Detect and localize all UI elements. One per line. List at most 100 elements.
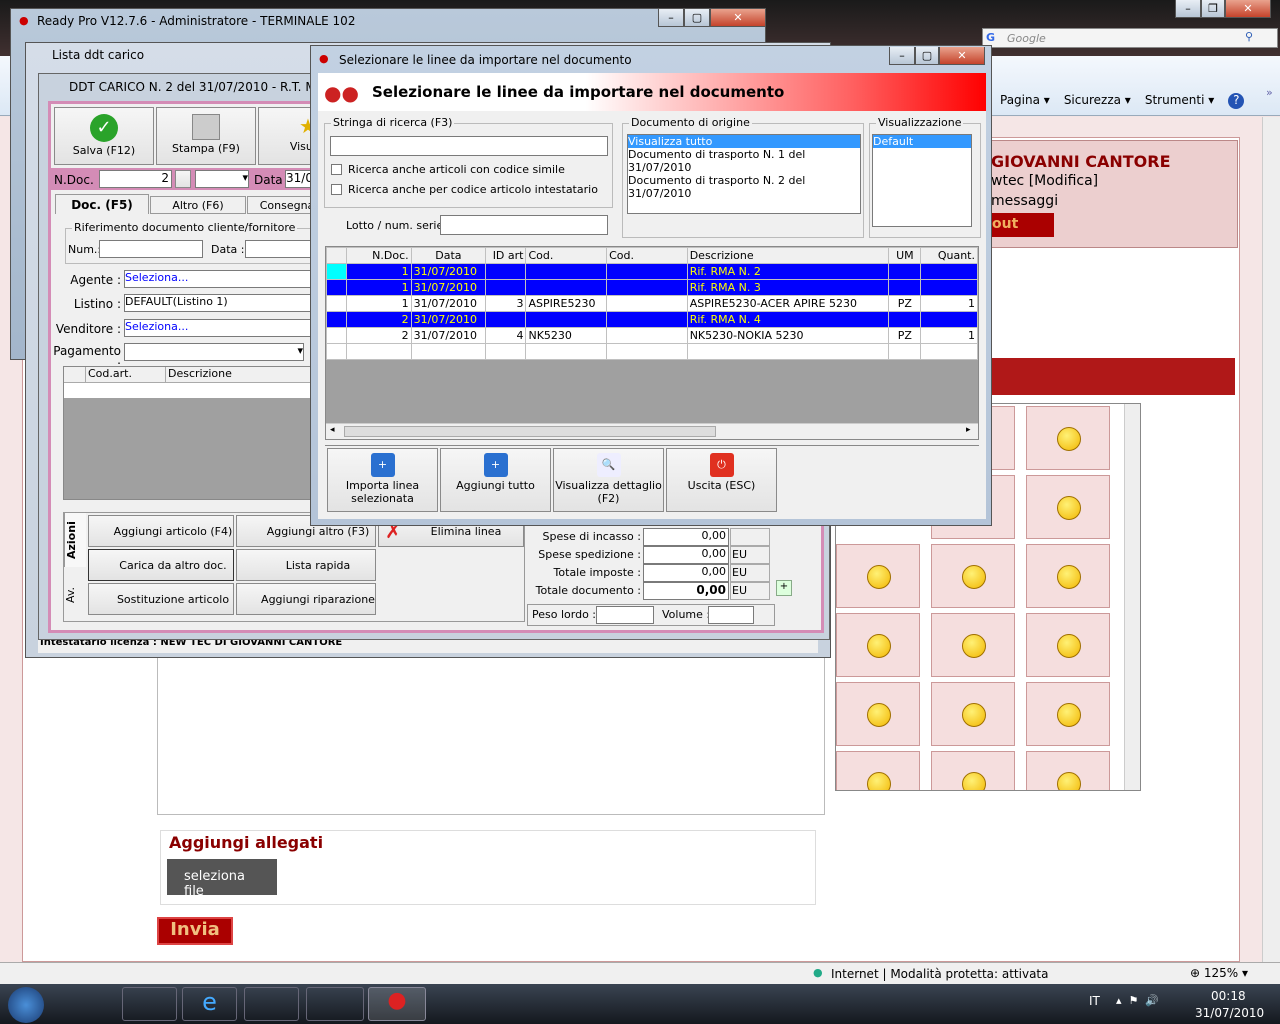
help-icon[interactable]: ? — [1228, 93, 1245, 109]
search-string-input[interactable] — [330, 136, 608, 156]
origin-item[interactable]: Visualizza tutto — [628, 135, 860, 148]
dialog-button-1[interactable]: + Aggiungi tutto — [440, 448, 551, 512]
row-selector[interactable] — [326, 263, 348, 280]
emoticon[interactable] — [1026, 613, 1110, 677]
minimize-button[interactable]: – — [889, 47, 915, 65]
pagamento-select[interactable]: ▾ — [124, 343, 304, 361]
num-field[interactable] — [99, 240, 203, 258]
row-selector[interactable] — [326, 327, 348, 344]
emoticon-scrollbar[interactable] — [1124, 404, 1140, 790]
maximize-button[interactable]: ▢ — [684, 9, 710, 27]
restore-button[interactable]: ❐ — [1201, 0, 1225, 18]
language-indicator[interactable]: IT — [1089, 994, 1100, 1008]
minimize-button[interactable]: – — [1175, 0, 1201, 18]
load-from-doc-button[interactable]: Carica da altro doc. — [88, 549, 234, 581]
close-button[interactable]: ✕ — [939, 47, 985, 65]
peso-field[interactable] — [596, 606, 654, 624]
search-icon[interactable]: ⚲ — [1245, 30, 1253, 43]
clock-time[interactable]: 00:18 — [1211, 989, 1246, 1003]
replace-article-button[interactable]: Sostituzione articolo — [88, 583, 234, 615]
logout-button[interactable]: out — [986, 213, 1054, 237]
venditore-field[interactable]: Seleziona... — [124, 319, 324, 337]
emoticon[interactable] — [836, 682, 920, 746]
scroll-thumb[interactable] — [344, 426, 716, 437]
listino-field[interactable]: DEFAULT(Listino 1) — [124, 294, 324, 312]
origin-list[interactable]: Visualizza tutto Documento di trasporto … — [627, 134, 861, 214]
row-selector[interactable] — [326, 311, 348, 328]
tray-icons[interactable]: ▴ ⚑ 🔊 — [1116, 994, 1159, 1007]
zoom-detail-icon[interactable]: + — [776, 580, 792, 596]
save-button[interactable]: ✓ Salva (F12) — [54, 107, 154, 165]
emoticon[interactable] — [1026, 475, 1110, 539]
emoticon[interactable] — [1026, 406, 1110, 470]
series-select[interactable]: ▾ — [195, 170, 249, 188]
column-header[interactable]: Descrizione — [686, 247, 890, 264]
start-button[interactable] — [8, 987, 44, 1023]
menu-strumenti[interactable]: Strumenti ▾ — [1145, 93, 1214, 109]
taskbar-app[interactable] — [306, 987, 364, 1021]
close-button[interactable]: ✕ — [1225, 0, 1271, 18]
emoticon[interactable] — [1026, 544, 1110, 608]
choose-file-button[interactable]: seleziona file — [167, 859, 277, 899]
column-header[interactable]: Quant. — [920, 247, 978, 264]
menu-pagina[interactable]: Pagina ▾ — [1000, 93, 1050, 109]
print-button[interactable]: Stampa (F9) — [156, 107, 256, 165]
articles-grid[interactable]: Cod.art. Descrizione — [63, 366, 325, 500]
emoticon[interactable] — [1026, 682, 1110, 746]
row-selector[interactable] — [326, 295, 348, 312]
emoticon[interactable] — [836, 751, 920, 790]
view-list[interactable]: Default — [872, 134, 972, 227]
col-descrizione[interactable]: Descrizione — [166, 367, 232, 382]
modifica-link[interactable]: [Modifica] — [1029, 173, 1098, 189]
lines-grid[interactable]: N.Doc. Data ID art Cod. Cod. Descrizione UM Qua… — [325, 246, 979, 440]
taskbar-ie[interactable]: e — [182, 987, 237, 1021]
emoticon[interactable] — [1026, 751, 1110, 790]
ndoc-field[interactable]: 2 — [99, 170, 172, 188]
table-row[interactable]: 2 31/07/2010 4 NK5230 NK5230-NOKIA 5230 PZ 1 — [326, 327, 978, 344]
emoticon[interactable] — [931, 751, 1015, 790]
emoticon[interactable] — [836, 544, 920, 608]
messaggi-link[interactable]: messaggi — [991, 193, 1058, 209]
message-textarea[interactable] — [157, 640, 825, 815]
table-row[interactable]: 1 31/07/2010 Rif. RMA N. 2 — [326, 263, 978, 280]
column-header[interactable]: Cod. — [606, 247, 688, 264]
page-scrollbar[interactable] — [1262, 117, 1280, 962]
owner-code-checkbox[interactable] — [331, 184, 342, 195]
close-button[interactable]: ✕ — [710, 9, 766, 27]
tab-av[interactable]: Av. — [64, 569, 86, 621]
col-codart[interactable]: Cod.art. — [86, 367, 166, 382]
zoom-control[interactable]: ⊕ 125% ▾ — [1190, 966, 1248, 980]
emoticon[interactable] — [836, 613, 920, 677]
row-selector[interactable] — [326, 279, 348, 296]
minimize-button[interactable]: – — [658, 9, 684, 27]
tab-altro[interactable]: Altro (F6) — [150, 196, 246, 214]
column-header[interactable]: UM — [888, 247, 922, 264]
tab-azioni[interactable]: Azioni — [64, 513, 86, 567]
dialog-button-3[interactable]: ⏻ Uscita (ESC) — [666, 448, 777, 512]
taskbar-readypro[interactable]: ● — [368, 987, 426, 1021]
emoticon[interactable] — [931, 613, 1015, 677]
clock-date[interactable]: 31/07/2010 — [1195, 1006, 1264, 1020]
volume-field[interactable] — [708, 606, 754, 624]
taskbar-media[interactable] — [62, 987, 114, 1021]
add-article-button[interactable]: Aggiungi articolo (F4) — [88, 515, 234, 547]
send-button[interactable]: Invia — [157, 917, 233, 945]
emoticon[interactable] — [931, 544, 1015, 608]
table-row[interactable]: 1 31/07/2010 3 ASPIRE5230 ASPIRE5230-ACER AP… — [326, 295, 978, 312]
agente-field[interactable]: Seleziona... — [124, 270, 324, 288]
view-item[interactable]: Default — [873, 135, 971, 148]
more-commands[interactable]: » — [1266, 86, 1273, 99]
quick-list-button[interactable]: Lista rapida — [236, 549, 376, 581]
column-header[interactable]: Data — [410, 247, 487, 264]
taskbar-explorer[interactable] — [122, 987, 177, 1021]
grid-hscrollbar[interactable]: ◂ ▸ — [326, 423, 978, 439]
dialog-button-0[interactable]: + Importa linea selezionata — [327, 448, 438, 512]
tab-doc[interactable]: Doc. (F5) — [55, 194, 149, 214]
search-box[interactable]: G Google ⚲ — [982, 28, 1278, 48]
similar-code-checkbox[interactable] — [331, 164, 342, 175]
menu-sicurezza[interactable]: Sicurezza ▾ — [1064, 93, 1131, 109]
table-row[interactable] — [326, 343, 978, 360]
column-header[interactable]: ID art — [485, 247, 527, 264]
emoticon[interactable] — [931, 682, 1015, 746]
ndoc-button[interactable] — [175, 170, 191, 188]
